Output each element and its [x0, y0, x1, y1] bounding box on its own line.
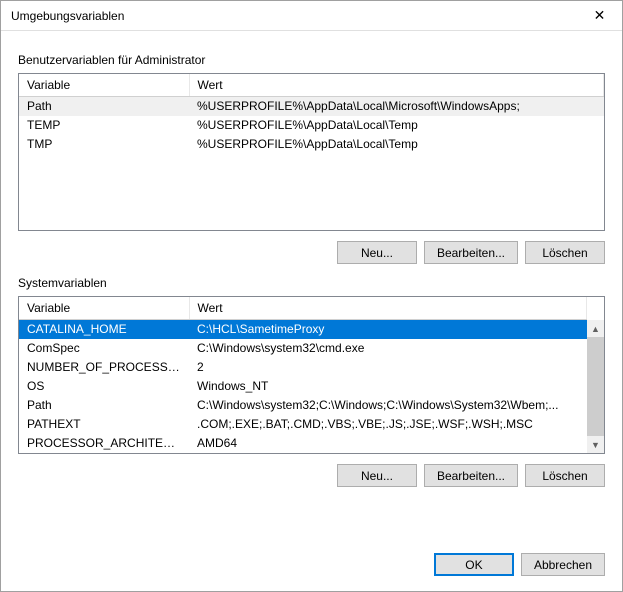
cell-variable: NUMBER_OF_PROCESSORS	[19, 358, 189, 377]
system-variables-section: Systemvariablen Variable Wert CATALINA_H…	[18, 276, 605, 487]
close-icon: ✕	[594, 7, 606, 24]
cell-value: %USERPROFILE%\AppData\Local\Microsoft\Wi…	[189, 97, 604, 116]
cell-variable: PATHEXT	[19, 415, 189, 434]
user-buttons-row: Neu... Bearbeiten... Löschen	[18, 241, 605, 264]
user-variables-table-container: Variable Wert Path%USERPROFILE%\AppData\…	[18, 73, 605, 231]
cell-variable: OS	[19, 377, 189, 396]
system-variables-label: Systemvariablen	[18, 276, 605, 290]
cell-value: C:\HCL\SametimeProxy	[189, 320, 587, 339]
cell-variable: Path	[19, 97, 189, 116]
cell-value: 2	[189, 358, 587, 377]
cell-value: C:\Windows\system32;C:\Windows;C:\Window…	[189, 396, 587, 415]
system-col-variable[interactable]: Variable	[19, 297, 189, 320]
system-delete-button[interactable]: Löschen	[525, 464, 605, 487]
cell-variable: ComSpec	[19, 339, 189, 358]
user-new-button[interactable]: Neu...	[337, 241, 417, 264]
user-edit-button[interactable]: Bearbeiten...	[424, 241, 518, 264]
ok-button[interactable]: OK	[434, 553, 514, 576]
system-variables-table-container: Variable Wert CATALINA_HOMEC:\HCL\Sameti…	[18, 296, 605, 454]
system-col-value[interactable]: Wert	[189, 297, 587, 320]
table-row[interactable]: OSWindows_NT	[19, 377, 587, 396]
scroll-down-icon[interactable]: ▼	[587, 436, 604, 453]
cancel-button[interactable]: Abbrechen	[521, 553, 605, 576]
system-variables-table[interactable]: Variable Wert CATALINA_HOMEC:\HCL\Sameti…	[19, 297, 587, 453]
table-row[interactable]: PATHEXT.COM;.EXE;.BAT;.CMD;.VBS;.VBE;.JS…	[19, 415, 587, 434]
titlebar: Umgebungsvariablen ✕	[1, 1, 622, 31]
user-variables-section: Benutzervariablen für Administrator Vari…	[18, 53, 605, 264]
cell-value: %USERPROFILE%\AppData\Local\Temp	[189, 135, 604, 154]
cell-value: .COM;.EXE;.BAT;.CMD;.VBS;.VBE;.JS;.JSE;.…	[189, 415, 587, 434]
cell-variable: PROCESSOR_ARCHITECTURE	[19, 434, 189, 453]
cell-value: %USERPROFILE%\AppData\Local\Temp	[189, 116, 604, 135]
table-row[interactable]: NUMBER_OF_PROCESSORS2	[19, 358, 587, 377]
user-variables-label: Benutzervariablen für Administrator	[18, 53, 605, 67]
table-row[interactable]: Path%USERPROFILE%\AppData\Local\Microsof…	[19, 97, 604, 116]
table-row[interactable]: CATALINA_HOMEC:\HCL\SametimeProxy	[19, 320, 587, 339]
table-row[interactable]: PROCESSOR_ARCHITECTUREAMD64	[19, 434, 587, 453]
dialog-footer: OK Abbrechen	[1, 553, 622, 591]
user-variables-header-row: Variable Wert	[19, 74, 604, 97]
cell-variable: TEMP	[19, 116, 189, 135]
dialog-content: Benutzervariablen für Administrator Vari…	[1, 31, 622, 553]
system-buttons-row: Neu... Bearbeiten... Löschen	[18, 464, 605, 487]
cell-value: AMD64	[189, 434, 587, 453]
user-col-variable[interactable]: Variable	[19, 74, 189, 97]
cell-variable: CATALINA_HOME	[19, 320, 189, 339]
system-scrollbar[interactable]: ▲ ▼	[587, 320, 604, 453]
system-edit-button[interactable]: Bearbeiten...	[424, 464, 518, 487]
system-new-button[interactable]: Neu...	[337, 464, 417, 487]
table-row[interactable]: TMP%USERPROFILE%\AppData\Local\Temp	[19, 135, 604, 154]
table-row[interactable]: PathC:\Windows\system32;C:\Windows;C:\Wi…	[19, 396, 587, 415]
scroll-up-icon[interactable]: ▲	[587, 320, 604, 337]
window-title: Umgebungsvariablen	[11, 9, 124, 23]
user-delete-button[interactable]: Löschen	[525, 241, 605, 264]
cell-value: Windows_NT	[189, 377, 587, 396]
cell-value: C:\Windows\system32\cmd.exe	[189, 339, 587, 358]
user-variables-table[interactable]: Variable Wert Path%USERPROFILE%\AppData\…	[19, 74, 604, 154]
table-row[interactable]: TEMP%USERPROFILE%\AppData\Local\Temp	[19, 116, 604, 135]
close-button[interactable]: ✕	[577, 1, 622, 31]
user-col-value[interactable]: Wert	[189, 74, 604, 97]
system-variables-header-row: Variable Wert	[19, 297, 587, 320]
cell-variable: Path	[19, 396, 189, 415]
table-row[interactable]: ComSpecC:\Windows\system32\cmd.exe	[19, 339, 587, 358]
scroll-thumb[interactable]	[587, 337, 604, 436]
cell-variable: TMP	[19, 135, 189, 154]
